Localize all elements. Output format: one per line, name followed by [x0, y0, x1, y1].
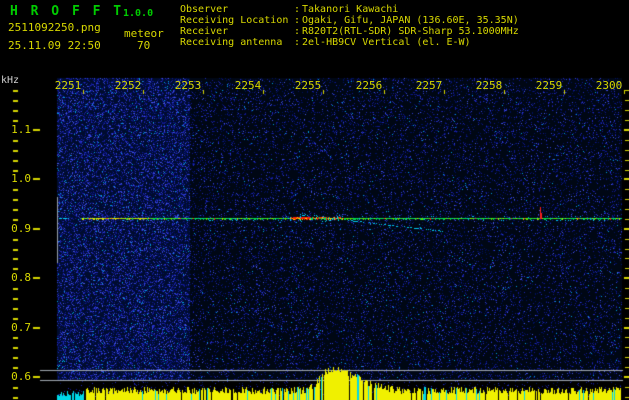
info-colon: : [294, 37, 301, 48]
time-axis-label: 2259 [535, 79, 563, 92]
time-axis-label: 2255 [294, 79, 322, 92]
info-row-antenna: Receiving antenna:2el-HB9CV Vertical (el… [180, 37, 519, 48]
meteor-count: 70 [137, 39, 151, 52]
time-axis-label: 2258 [475, 79, 503, 92]
info-colon: : [294, 26, 301, 37]
info-row-location: Receiving Location: Ogaki, Gifu, JAPAN (1… [180, 15, 519, 26]
time-axis-label: 2252 [114, 79, 142, 92]
info-row-observer: Observer: Takanori Kawachi [180, 4, 519, 15]
freq-axis-label: 0.7 [11, 321, 31, 334]
info-label: Receiving antenna [180, 37, 283, 48]
time-axis-label: 2300 [595, 79, 623, 92]
info-value: 2el-HB9CV Vertical (el. E-W) [302, 37, 471, 48]
freq-axis-label: 1.1 [11, 123, 31, 136]
app-version: 1.0.0 [123, 8, 154, 19]
time-axis-label: 2256 [355, 79, 383, 92]
freq-axis-label: 0.9 [11, 222, 31, 235]
info-row-receiver: Receiver: R820T2(RTL-SDR) SDR-Sharp 53.10… [180, 26, 519, 37]
freq-axis-label: 0.8 [11, 271, 31, 284]
info-colon: : [294, 15, 301, 26]
freq-unit-label: kHz [1, 75, 20, 86]
info-label: Receiver [180, 26, 229, 37]
freq-axis-label: 1.0 [11, 172, 31, 185]
time-axis-label: 2251 [54, 79, 82, 92]
freq-axis-label: 0.6 [11, 370, 31, 383]
station-info-block: Observer: Takanori Kawachi Receiving Loca… [180, 4, 519, 48]
spectrogram-canvas [0, 0, 629, 400]
info-label: Observer [180, 4, 229, 15]
app-title: H R O F F T [10, 4, 124, 19]
capture-datetime: 25.11.09 22:50 [8, 39, 101, 52]
info-value: Takanori Kawachi [302, 4, 399, 15]
time-axis-label: 2254 [234, 79, 262, 92]
mode-label: meteor [124, 27, 164, 40]
info-label: Receiving Location [180, 15, 289, 26]
info-value: R820T2(RTL-SDR) SDR-Sharp 53.1000MHz [302, 26, 519, 37]
time-axis-label: 2257 [415, 79, 443, 92]
hrofft-screen: H R O F F T 1.0.0 2511092250.png meteor … [0, 0, 629, 400]
info-colon: : [294, 4, 301, 15]
capture-filename: 2511092250.png [8, 21, 101, 34]
info-value: Ogaki, Gifu, JAPAN (136.60E, 35.35N) [302, 15, 519, 26]
time-axis-label: 2253 [174, 79, 202, 92]
